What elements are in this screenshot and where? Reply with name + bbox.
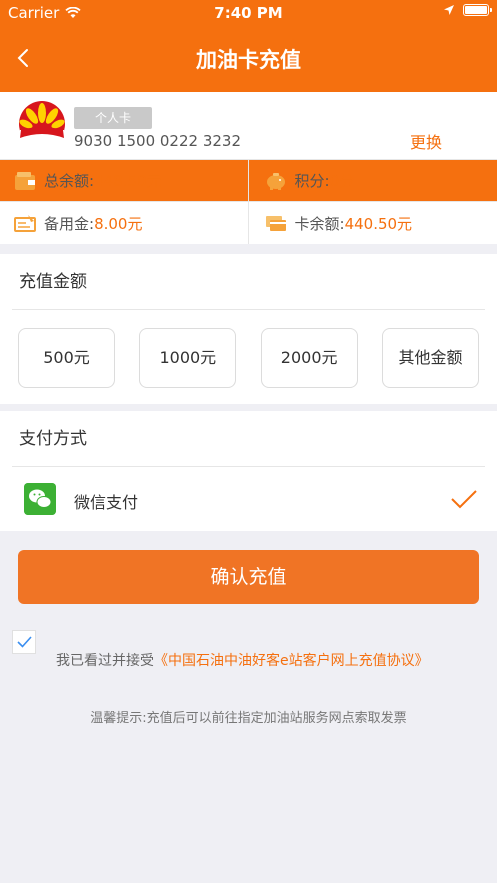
- nav-bar: 加油卡充值: [0, 26, 497, 92]
- agreement-text: 我已看过并接受《中国石油中油好客e站客户网上充值协议》: [56, 650, 429, 670]
- agreement-prefix: 我已看过并接受: [56, 653, 154, 669]
- status-bar: Carrier 7:40 PM: [0, 0, 497, 26]
- reserve-fund: 备用金: 8.00元: [0, 202, 249, 244]
- cards-icon: [265, 216, 286, 231]
- cheque-icon: [14, 215, 36, 232]
- points-label: 积分:: [294, 172, 330, 190]
- amount-option-1000[interactable]: 1000元: [139, 328, 237, 388]
- reserve-label: 备用金:: [44, 214, 95, 233]
- card-number: 9030 1500 0222 3232: [74, 132, 241, 150]
- wallet-icon: [15, 171, 35, 190]
- header: Carrier 7:40 PM 加油卡充值: [0, 0, 497, 92]
- amount-option-other[interactable]: 其他金额: [381, 328, 479, 388]
- piggy-bank-icon: [266, 172, 285, 190]
- card-type-badge: 个人卡: [74, 107, 152, 129]
- total-balance-label: 总余额:: [44, 172, 95, 190]
- invoice-tip: 温馨提示:充值后可以前往指定加油站服务网点索取发票: [90, 711, 407, 726]
- card-header: 个人卡 9030 1500 0222 3232 更换: [0, 92, 497, 160]
- recharge-amount-title: 充值金额: [12, 254, 485, 310]
- fuel-card-panel: 个人卡 9030 1500 0222 3232 更换 总余额: 448.50元 …: [0, 92, 497, 244]
- battery-icon: [463, 4, 492, 16]
- petrochina-logo-icon: [19, 101, 65, 148]
- recharge-amount-section: 充值金额 500元 1000元 2000元 其他金额: [0, 254, 497, 404]
- checkbox-check-icon: [17, 636, 32, 648]
- card-balance: 卡余额: 440.50元: [249, 202, 497, 244]
- total-balance: 总余额: 448.50元: [0, 160, 249, 202]
- page-title: 加油卡充值: [196, 48, 301, 72]
- payment-method-label: 微信支付: [74, 493, 139, 512]
- checkmark-icon: [451, 490, 477, 509]
- change-card-button[interactable]: 更换: [410, 129, 442, 153]
- amount-option-500[interactable]: 500元: [18, 328, 115, 388]
- payment-method-section: 支付方式 微信支付: [0, 411, 497, 531]
- points: 积分: 0分: [248, 160, 497, 202]
- amount-options: 500元 1000元 2000元 其他金额: [0, 310, 497, 388]
- location-arrow-icon: [444, 5, 454, 15]
- card-balance-label: 卡余额:: [294, 214, 345, 233]
- reserve-value: 8.00元: [94, 214, 143, 233]
- points-value: 0分: [329, 172, 355, 190]
- payment-method-title: 支付方式: [12, 411, 485, 467]
- status-time: 7:40 PM: [214, 4, 283, 22]
- agreement-checkbox[interactable]: [12, 630, 36, 654]
- total-balance-value: 448.50元: [94, 172, 162, 190]
- amount-option-2000[interactable]: 2000元: [260, 328, 358, 388]
- wechat-icon: [24, 483, 56, 515]
- card-balance-value: 440.50元: [344, 214, 413, 233]
- payment-option-wechat[interactable]: 微信支付: [0, 467, 497, 531]
- confirm-recharge-button[interactable]: 确认充值: [18, 550, 479, 604]
- agreement-link[interactable]: 《中国石油中油好客e站客户网上充值协议》: [154, 653, 429, 669]
- balance-grid: 总余额: 448.50元 积分: 0分 备用金: 8.00元 卡余额: 440.…: [0, 160, 497, 244]
